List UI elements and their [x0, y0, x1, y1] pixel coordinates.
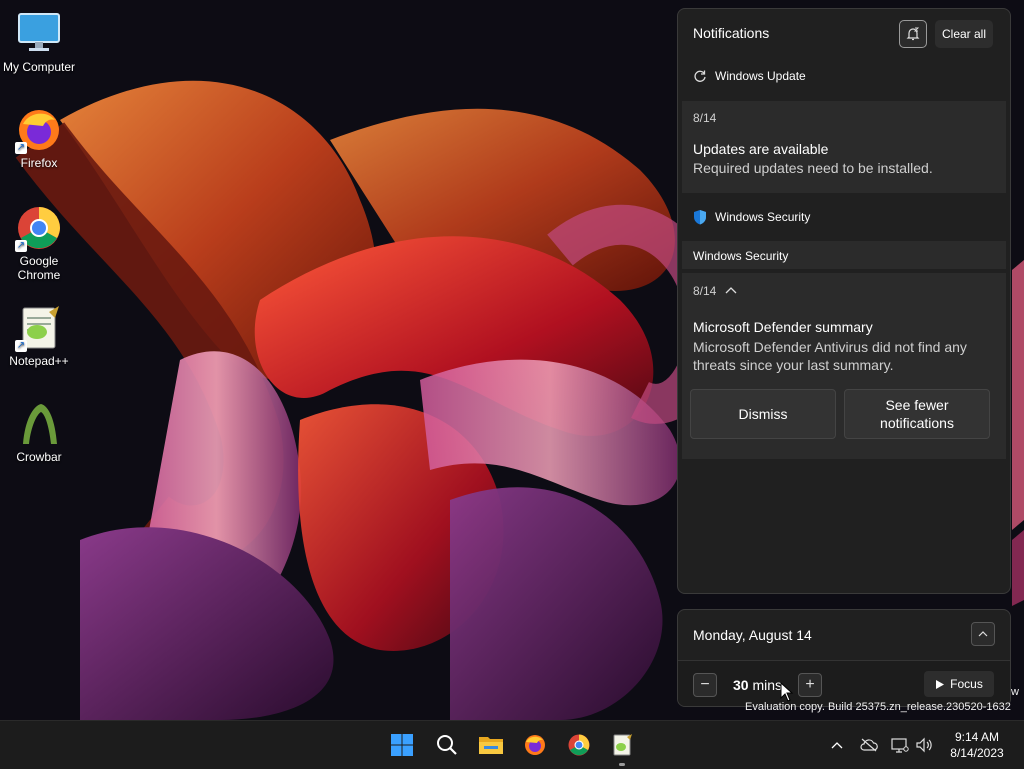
focus-minutes-value: 30	[733, 677, 749, 693]
monitor-icon	[15, 10, 63, 58]
increase-minutes-button[interactable]: +	[798, 673, 822, 697]
clear-all-button[interactable]: Clear all	[935, 20, 993, 48]
folder-icon	[479, 737, 503, 754]
notification-date: 8/14	[693, 284, 717, 298]
do-not-disturb-icon	[906, 27, 920, 41]
mouse-cursor-icon	[780, 682, 794, 702]
crowbar-icon	[15, 400, 63, 448]
notification-title: Microsoft Defender summary	[693, 319, 873, 335]
clock-time: 9:14 AM	[954, 730, 1000, 744]
desktop-icon-notepad-plus-plus[interactable]: ↗ Notepad++	[0, 304, 78, 368]
desktop-icon-label: My Computer	[2, 60, 76, 74]
notification-body: Required updates need to be installed.	[693, 160, 933, 176]
notification-app-name: Windows Update	[715, 69, 806, 83]
chrome-icon	[568, 734, 590, 756]
firefox-icon: ↗	[15, 106, 63, 154]
focus-duration: 30 mins	[733, 677, 782, 693]
running-indicator	[619, 763, 625, 766]
shield-icon	[694, 210, 706, 225]
chrome-taskbar-button[interactable]	[563, 729, 595, 761]
taskbar-clock[interactable]: 9:14 AM 8/14/2023	[942, 729, 1012, 761]
network-tray-button[interactable]	[890, 735, 910, 755]
shortcut-arrow-icon: ↗	[15, 340, 27, 352]
desktop-icon-firefox[interactable]: ↗ Firefox	[0, 106, 78, 170]
show-hidden-icons-button[interactable]	[827, 735, 847, 755]
do-not-disturb-button[interactable]	[899, 20, 927, 48]
desktop-icon-label: Crowbar	[16, 450, 62, 464]
watermark-partial: w	[1011, 686, 1019, 698]
notifications-header: Notifications	[693, 25, 770, 41]
shortcut-arrow-icon: ↗	[15, 240, 27, 252]
chrome-icon: ↗	[15, 204, 63, 252]
taskbar: 9:14 AM 8/14/2023	[0, 720, 1024, 769]
search-icon	[437, 735, 457, 755]
focus-button[interactable]: Focus	[924, 671, 994, 697]
cloud-offline-icon	[860, 738, 878, 752]
see-fewer-notifications-button[interactable]: See fewer notifications	[844, 389, 990, 439]
focus-button-label: Focus	[950, 677, 983, 691]
dismiss-button[interactable]: Dismiss	[690, 389, 836, 439]
notification-title: Updates are available	[693, 141, 829, 157]
chevron-up-icon[interactable]	[725, 285, 737, 295]
calendar-date: Monday, August 14	[693, 627, 812, 643]
network-icon	[891, 738, 909, 753]
clock-date: 8/14/2023	[950, 746, 1004, 760]
notification-card[interactable]: 8/14 Microsoft Defender summary Microsof…	[682, 273, 1006, 459]
start-button[interactable]	[386, 729, 418, 761]
focus-session-bar: − 30 mins + Focus	[678, 660, 1010, 706]
notepad-plus-plus-icon	[613, 734, 632, 756]
notification-app-name: Windows Security	[715, 210, 811, 224]
speaker-icon	[916, 737, 932, 753]
shortcut-arrow-icon: ↗	[15, 142, 27, 154]
desktop-icon-google-chrome[interactable]: ↗ Google Chrome	[0, 204, 78, 282]
firefox-icon	[525, 735, 545, 755]
evaluation-watermark: Evaluation copy. Build 25375.zn_release.…	[745, 701, 1011, 713]
play-icon	[936, 679, 945, 689]
chevron-up-icon	[978, 631, 988, 637]
decrease-minutes-button[interactable]: −	[693, 673, 717, 697]
desktop-icon-label: Firefox	[20, 156, 58, 170]
notification-body: Microsoft Defender Antivirus did not fin…	[693, 339, 967, 373]
focus-minutes-unit: mins	[752, 677, 783, 693]
desktop-icon-crowbar[interactable]: Crowbar	[0, 400, 78, 464]
firefox-taskbar-button[interactable]	[519, 729, 551, 761]
calendar-panel: Monday, August 14 − 30 mins + Focus	[677, 609, 1011, 707]
file-explorer-button[interactable]	[475, 729, 507, 761]
desktop-icon-label: Notepad++	[9, 354, 69, 368]
notification-group-header: Windows Security	[693, 209, 810, 225]
notepad-plus-plus-icon: ↗	[15, 304, 63, 352]
notification-date: 8/14	[693, 111, 717, 125]
notification-card[interactable]: 8/14 Updates are available Required upda…	[682, 101, 1006, 193]
notification-subheader: Windows Security	[682, 241, 1006, 269]
chevron-up-icon	[831, 742, 843, 749]
notification-subheader-label: Windows Security	[693, 249, 789, 263]
volume-tray-button[interactable]	[914, 735, 934, 755]
notification-center: Notifications Clear all Windows Update 8…	[677, 8, 1011, 594]
windows-logo-icon	[391, 734, 413, 756]
desktop-icon-my-computer[interactable]: My Computer	[0, 10, 78, 74]
calendar-expand-button[interactable]	[971, 622, 995, 646]
refresh-icon	[694, 70, 706, 82]
onedrive-tray-button[interactable]	[859, 735, 879, 755]
search-button[interactable]	[431, 729, 463, 761]
desktop-icon-label: Google Chrome	[17, 254, 61, 282]
notepad-plus-plus-taskbar-button[interactable]	[606, 729, 638, 761]
notification-group-header: Windows Update	[693, 69, 806, 83]
